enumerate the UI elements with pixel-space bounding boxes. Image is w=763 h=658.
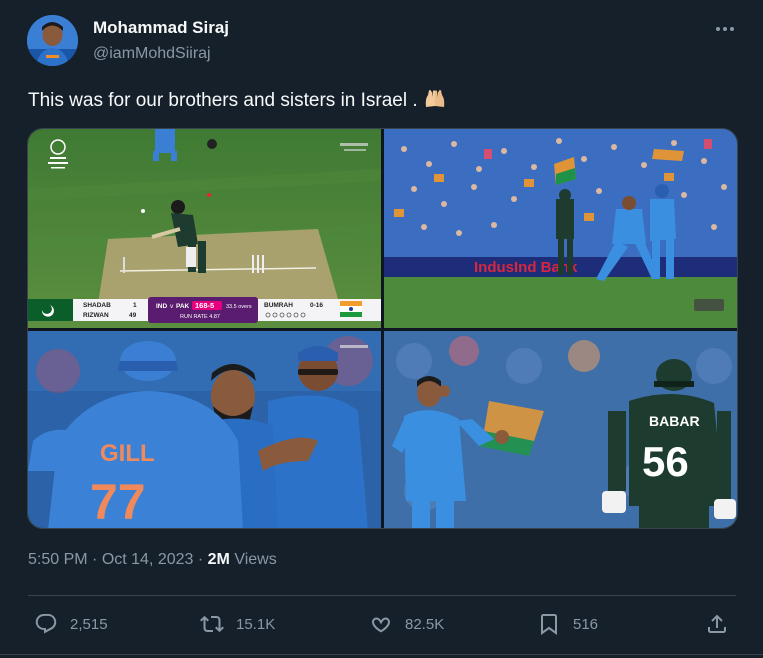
repost-count: 15.1K (236, 615, 276, 633)
media-grid[interactable]: SHADAB 1 RIZWAN 49 IND v PAK 168-5 33.5 … (27, 128, 738, 529)
photo-team-hug[interactable]: GILL 77 (28, 331, 381, 529)
raised-hands-icon (424, 89, 446, 115)
author-name[interactable]: Mohammad Siraj (93, 18, 229, 38)
reply-icon (35, 614, 57, 634)
repost-icon (200, 615, 224, 633)
more-options-icon[interactable] (712, 16, 738, 42)
share-button[interactable] (705, 612, 729, 636)
jersey-name-babar: BABAR (649, 413, 700, 429)
photo-batting[interactable]: SHADAB 1 RIZWAN 49 IND v PAK 168-5 33.5 … (28, 129, 381, 328)
bookmark-icon (541, 614, 557, 635)
action-bar: 2,515 15.1K 82.5K 516 (0, 606, 763, 646)
bookmark-count: 516 (573, 615, 599, 633)
avatar-image (27, 15, 78, 66)
reply-button[interactable]: 2,515 (34, 612, 108, 636)
tweet-text: This was for our brothers and sisters in… (28, 89, 446, 115)
jersey-number-gill: 77 (90, 474, 146, 529)
bookmark-button[interactable]: 516 (537, 612, 598, 636)
scoreboard: SHADAB 1 RIZWAN 49 IND v PAK 168-5 33.5 … (28, 297, 381, 323)
tweet-date[interactable]: Oct 14, 2023 (102, 551, 194, 568)
bowler-figures: 0-16 (310, 302, 323, 309)
like-button[interactable]: 82.5K (369, 612, 444, 636)
jersey-number-babar: 56 (642, 438, 689, 485)
photo-celebration-crowd[interactable]: IndusInd Bank (384, 129, 738, 328)
run-rate-label: RUN RATE 4.87 (180, 314, 220, 320)
batter2-score: 49 (129, 312, 137, 319)
tweet-meta: 5:50 PM · Oct 14, 2023 · 2M Views (28, 551, 277, 569)
divider (28, 595, 736, 596)
batter2-name: RIZWAN (83, 312, 109, 319)
team2-label: PAK (176, 303, 190, 310)
like-count: 82.5K (405, 615, 445, 633)
share-icon (708, 614, 726, 633)
avatar[interactable] (27, 15, 78, 66)
reply-count: 2,515 (70, 615, 108, 633)
bottom-divider (0, 654, 763, 655)
author-handle[interactable]: @iamMohdSiiraj (93, 45, 211, 63)
team1-label: IND (156, 303, 168, 310)
photo-siraj-babar[interactable]: BABAR 56 (384, 331, 738, 529)
overs-label: 33.5 overs (226, 304, 252, 310)
views-count: 2M (207, 551, 230, 568)
bowler-name: BUMRAH (264, 302, 293, 309)
views-label: Views (234, 551, 277, 568)
score-label: 168-5 (195, 301, 214, 310)
tweet: Mohammad Siraj @iamMohdSiiraj This was f… (0, 0, 763, 658)
jersey-name-gill: GILL (100, 440, 155, 467)
tweet-time[interactable]: 5:50 PM (28, 551, 88, 568)
meta-separator: · (87, 551, 102, 568)
heart-icon (372, 617, 390, 633)
batter1-score: 1 (133, 302, 137, 309)
meta-separator-2: · (193, 551, 208, 568)
batter1-name: SHADAB (83, 302, 111, 309)
tweet-body: This was for our brothers and sisters in… (28, 90, 418, 111)
repost-button[interactable]: 15.1K (200, 612, 275, 636)
